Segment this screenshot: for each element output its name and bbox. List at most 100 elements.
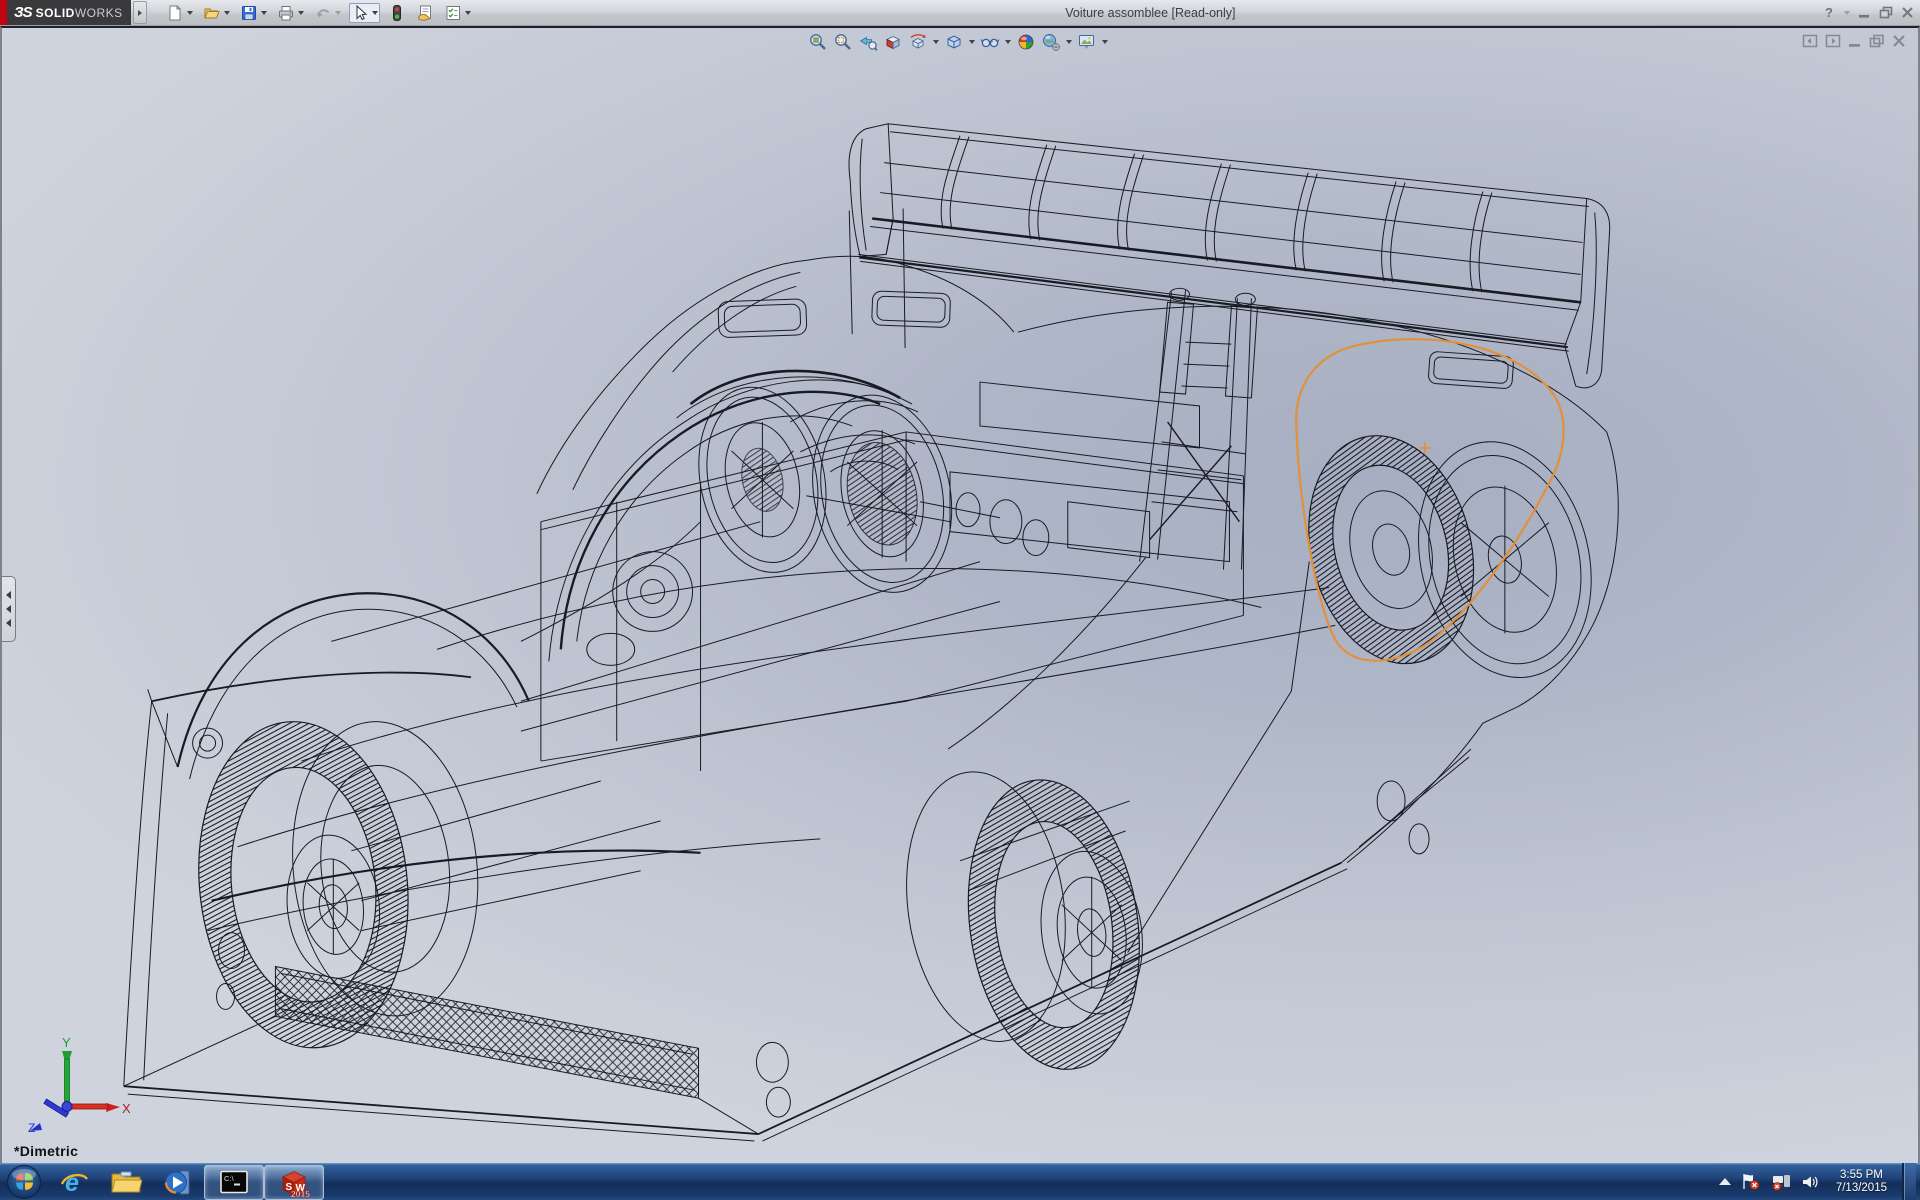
close-document-button[interactable] — [1892, 34, 1906, 48]
command-prompt-label: C:\ — [224, 1174, 235, 1183]
close-button[interactable] — [1901, 6, 1914, 19]
rebuild-traffic-light-icon — [388, 4, 406, 22]
solidworks-2015-icon: S W 2015 — [278, 1168, 310, 1198]
volume-button[interactable] — [1801, 1173, 1821, 1191]
media-player-icon — [163, 1167, 193, 1197]
open-button[interactable] — [201, 3, 232, 23]
apply-scene-button[interactable] — [1040, 31, 1073, 53]
open-dropdown-caret[interactable] — [224, 11, 230, 15]
collapse-arrow-icon — [6, 619, 11, 627]
restore-button[interactable] — [1879, 6, 1893, 19]
open-folder-icon — [203, 4, 221, 22]
new-button[interactable] — [164, 3, 195, 23]
select-cursor-icon — [351, 4, 369, 22]
edit-appearance-button[interactable] — [1015, 31, 1037, 53]
undo-icon — [314, 4, 332, 22]
hide-show-items-button[interactable] — [979, 31, 1012, 53]
logo-3s-mark: ЗS — [14, 4, 32, 21]
clock-date: 7/13/2015 — [1836, 1182, 1887, 1195]
rear-right-wheels — [1286, 418, 1615, 696]
rebuild-button[interactable] — [386, 3, 408, 23]
save-button[interactable] — [238, 3, 269, 23]
section-view-button[interactable] — [882, 31, 904, 53]
minimize-button[interactable] — [1858, 6, 1871, 19]
file-properties-icon — [416, 4, 434, 22]
taskbar-media-player[interactable] — [152, 1163, 204, 1200]
view-settings-caret[interactable] — [1102, 40, 1108, 44]
model-canvas[interactable] — [2, 28, 1918, 1163]
apply-scene-caret[interactable] — [1066, 40, 1072, 44]
save-floppy-icon — [240, 4, 258, 22]
taskbar-solidworks[interactable]: S W 2015 — [264, 1165, 324, 1200]
display-style-caret[interactable] — [969, 40, 975, 44]
color-sphere-icon — [1016, 32, 1036, 52]
display-style-button[interactable] — [943, 31, 976, 53]
pane-right-button[interactable] — [1825, 34, 1841, 48]
network-status-button[interactable] — [1770, 1172, 1792, 1191]
zoom-to-area-icon — [833, 32, 853, 52]
action-center-button[interactable] — [1741, 1172, 1761, 1191]
pane-left-button[interactable] — [1802, 34, 1818, 48]
svg-text:e: e — [65, 1169, 79, 1197]
taskbar-internet-explorer[interactable]: e — [48, 1163, 100, 1200]
print-dropdown-caret[interactable] — [298, 11, 304, 15]
print-button[interactable] — [275, 3, 306, 23]
options-dropdown-caret[interactable] — [465, 11, 471, 15]
speaker-icon — [1801, 1173, 1821, 1191]
sw-year: 2015 — [291, 1189, 310, 1198]
undo-button[interactable] — [312, 3, 343, 23]
feature-tree-collapsed-tab[interactable] — [2, 576, 16, 642]
view-settings-icon — [1077, 32, 1097, 52]
clock-time: 3:55 PM — [1836, 1169, 1887, 1182]
command-prompt-icon: C:\ — [220, 1170, 248, 1195]
zoom-to-area-button[interactable] — [832, 31, 854, 53]
options-checklist-icon — [444, 4, 462, 22]
start-button[interactable] — [0, 1163, 48, 1200]
window-controls: ? — [1825, 0, 1914, 25]
new-file-icon — [166, 4, 184, 22]
previous-view-icon — [858, 32, 878, 52]
apply-scene-icon — [1041, 32, 1061, 52]
title-bar: ЗS SOLIDWORKS — [0, 0, 1920, 26]
show-hidden-icons-button[interactable] — [1718, 1177, 1732, 1187]
car-wireframe — [124, 124, 1619, 1141]
collapse-arrow-icon — [6, 605, 11, 613]
view-settings-button[interactable] — [1076, 31, 1109, 53]
zoom-to-fit-button[interactable] — [807, 31, 829, 53]
taskbar-command-prompt[interactable]: C:\ — [204, 1165, 264, 1200]
system-tray: 3:55 PM 7/13/2015 — [1718, 1163, 1920, 1200]
triad-x-label: X — [122, 1101, 130, 1116]
new-dropdown-caret[interactable] — [187, 11, 193, 15]
select-dropdown-caret[interactable] — [372, 11, 378, 15]
logo-red-stripe — [0, 0, 7, 25]
view-orientation-icon — [908, 32, 928, 52]
collapse-arrow-icon — [6, 591, 11, 599]
save-dropdown-caret[interactable] — [261, 11, 267, 15]
taskbar-windows-explorer[interactable] — [100, 1163, 152, 1200]
orientation-triad: Y X Z — [10, 1033, 130, 1133]
graphics-area[interactable]: Y X Z *Dimetric — [0, 26, 1920, 1163]
standard-toolbar — [161, 3, 476, 23]
restore-document-button[interactable] — [1869, 34, 1885, 48]
view-orientation-button[interactable] — [907, 31, 940, 53]
heads-up-view-toolbar — [807, 31, 1109, 53]
hide-show-items-caret[interactable] — [1005, 40, 1011, 44]
options-button[interactable] — [442, 3, 473, 23]
show-desktop-button[interactable] — [1902, 1163, 1916, 1200]
taskbar-clock[interactable]: 3:55 PM 7/13/2015 — [1830, 1169, 1893, 1195]
view-orientation-caret[interactable] — [933, 40, 939, 44]
minimize-document-button[interactable] — [1848, 34, 1862, 48]
previous-view-button[interactable] — [857, 31, 879, 53]
print-icon — [277, 4, 295, 22]
file-properties-button[interactable] — [414, 3, 436, 23]
window-title: Voiture assomblee [Read-only] — [476, 6, 1825, 20]
network-error-icon — [1770, 1172, 1792, 1191]
select-button[interactable] — [349, 3, 380, 23]
help-dropdown-caret[interactable] — [1844, 11, 1850, 15]
help-button[interactable]: ? — [1825, 0, 1833, 25]
up-arrow-icon — [1718, 1177, 1732, 1187]
display-style-icon — [944, 32, 964, 52]
eyeglasses-icon — [980, 32, 1000, 52]
menu-expand-arrow[interactable] — [133, 1, 147, 24]
undo-dropdown-caret[interactable] — [335, 11, 341, 15]
